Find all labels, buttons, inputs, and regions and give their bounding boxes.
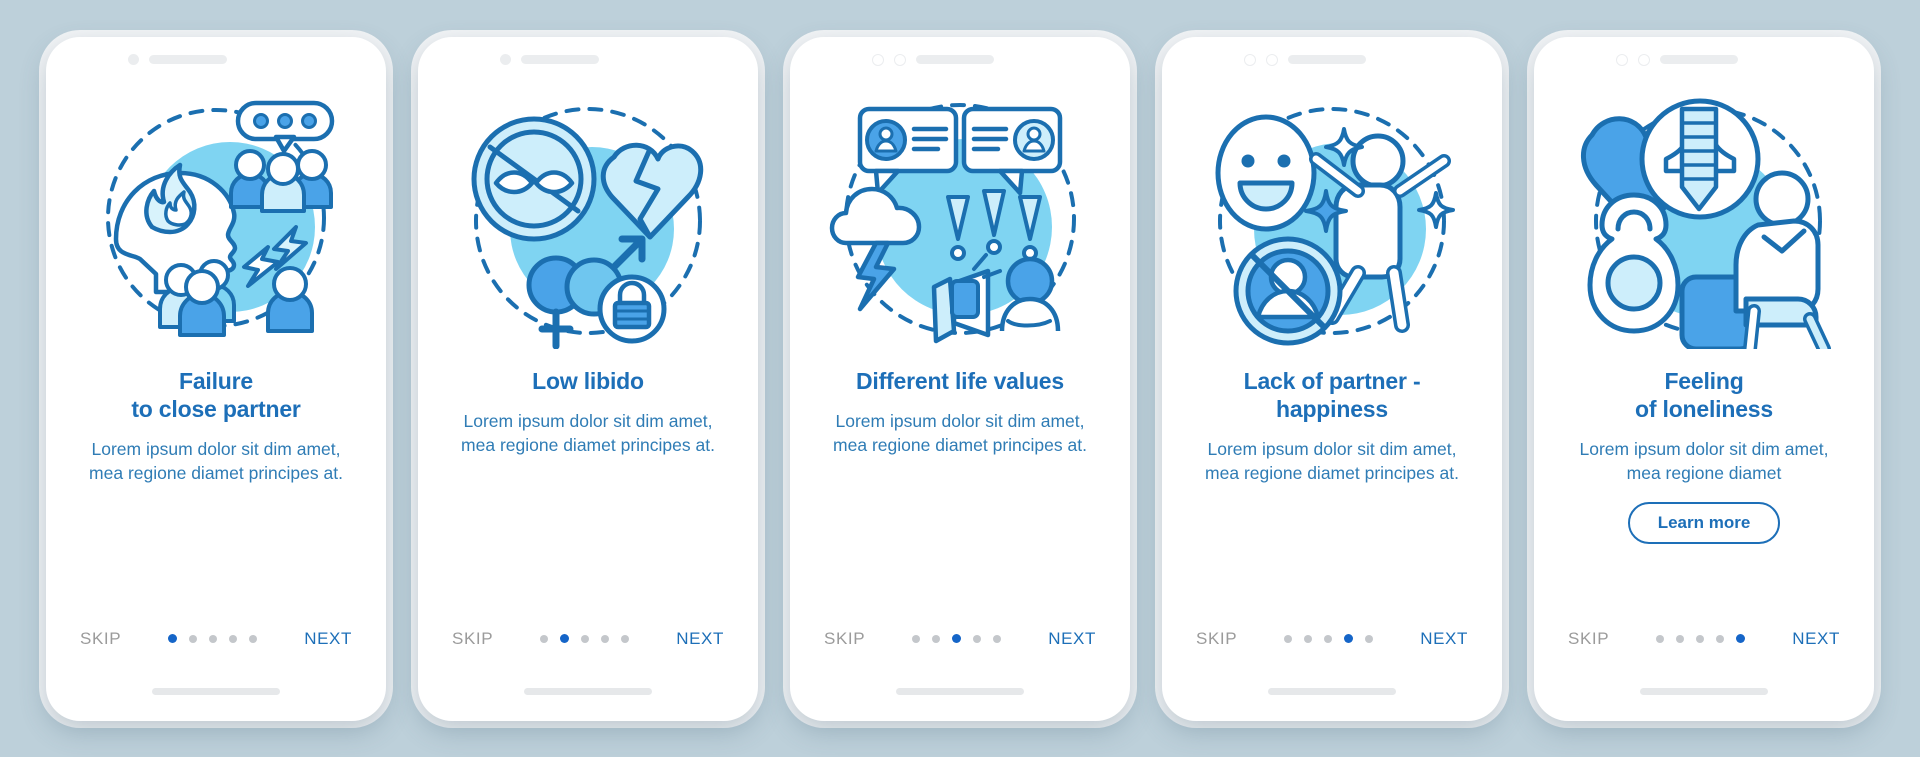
pagination-dot-3[interactable] — [209, 634, 218, 643]
pagination-dot-3[interactable] — [952, 634, 962, 643]
pagination-dot-2[interactable] — [1676, 634, 1685, 643]
pagination-dot-5[interactable] — [1736, 634, 1746, 643]
pagination-dot-1[interactable] — [540, 634, 549, 643]
onboarding-screen-lack-of-partner-happiness: Lack of partner - happiness Lorem ipsum d… — [1162, 36, 1502, 721]
angry-head-flame-crowd-illustration — [80, 87, 352, 349]
page-title: Low libido — [532, 367, 644, 394]
home-indicator — [1268, 687, 1396, 695]
skip-button[interactable]: SKIP — [80, 629, 121, 649]
next-button[interactable]: NEXT — [304, 629, 352, 649]
next-button[interactable]: NEXT — [1420, 629, 1468, 649]
speaker-bar-icon — [1288, 55, 1366, 64]
phone-notch — [418, 37, 758, 83]
pagination-dot-5[interactable] — [249, 634, 258, 643]
pagination-dot-1[interactable] — [1284, 634, 1293, 643]
page-description: Lorem ipsum dolor sit dim amet, mea regi… — [461, 410, 715, 456]
skip-button[interactable]: SKIP — [1568, 629, 1609, 649]
pagination-dot-4[interactable] — [1344, 634, 1354, 643]
heart-screw-kettlebell-sad-person-illustration — [1568, 87, 1840, 349]
phone-notch — [1162, 37, 1502, 83]
sensor-ring-icon — [894, 53, 906, 66]
pagination-dot-1[interactable] — [1656, 634, 1665, 643]
learn-more-button[interactable]: Learn more — [1627, 502, 1781, 545]
pagination-dot-4[interactable] — [601, 634, 610, 643]
speaker-bar-icon — [1660, 55, 1738, 64]
home-indicator — [152, 687, 280, 695]
pagination-dot-3[interactable] — [581, 634, 590, 643]
camera-ring-icon — [872, 53, 884, 66]
pagination-dot-4[interactable] — [229, 634, 238, 643]
onboarding-screen-failure-to-close-partner: Failure to close partner Lorem ipsum dolo… — [46, 36, 386, 721]
pagination-dot-1[interactable] — [912, 634, 921, 643]
phone-notch — [1534, 37, 1874, 83]
page-title: Lack of partner - happiness — [1243, 367, 1421, 422]
page-description: Lorem ipsum dolor sit dim amet, mea regi… — [1205, 438, 1459, 484]
page-title: Feeling of loneliness — [1635, 367, 1773, 422]
page-description: Lorem ipsum dolor sit dim amet, mea regi… — [833, 410, 1087, 456]
page-description: Lorem ipsum dolor sit dim amet, mea regi… — [89, 438, 343, 484]
home-indicator — [1640, 687, 1768, 695]
pagination-dot-5[interactable] — [993, 634, 1002, 643]
onboarding-nav: SKIP NEXT — [790, 629, 1130, 649]
onboarding-screen-different-life-values: Different life values Lorem ipsum dolor … — [790, 36, 1130, 721]
home-indicator — [524, 687, 652, 695]
onboarding-nav: SKIP NEXT — [418, 629, 758, 649]
pagination-dots — [912, 634, 1002, 643]
pagination-dots — [168, 634, 258, 643]
onboarding-nav: SKIP NEXT — [1162, 629, 1502, 649]
pagination-dot-2[interactable] — [189, 634, 198, 643]
pagination-dot-2[interactable] — [932, 634, 941, 643]
skip-button[interactable]: SKIP — [1196, 629, 1237, 649]
pagination-dots — [1656, 634, 1746, 643]
pagination-dot-3[interactable] — [1324, 634, 1333, 643]
next-button[interactable]: NEXT — [1792, 629, 1840, 649]
camera-dot-icon — [128, 54, 139, 65]
pagination-dot-5[interactable] — [621, 634, 630, 643]
speaker-bar-icon — [149, 55, 227, 64]
onboarding-nav: SKIP NEXT — [46, 629, 386, 649]
page-description: Lorem ipsum dolor sit dim amet, mea regi… — [1579, 438, 1829, 484]
phone-notch — [46, 37, 386, 83]
skip-button[interactable]: SKIP — [824, 629, 865, 649]
pagination-dots — [540, 634, 630, 643]
pagination-dot-4[interactable] — [1716, 634, 1725, 643]
smiley-jumping-person-no-partner-illustration — [1196, 87, 1468, 349]
argument-speech-bubbles-storm-megaphone-illustration — [824, 87, 1096, 349]
pagination-dot-2[interactable] — [560, 634, 570, 643]
pagination-dot-4[interactable] — [973, 634, 982, 643]
next-button[interactable]: NEXT — [676, 629, 724, 649]
page-title: Different life values — [856, 367, 1064, 394]
pagination-dot-2[interactable] — [1304, 634, 1313, 643]
speaker-bar-icon — [521, 55, 599, 64]
speaker-bar-icon — [916, 55, 994, 64]
camera-ring-icon — [1244, 53, 1256, 66]
pagination-dot-1[interactable] — [168, 634, 178, 643]
sensor-ring-icon — [1266, 53, 1278, 66]
page-title: Failure to close partner — [131, 367, 301, 422]
no-intimacy-broken-heart-gender-lock-illustration — [452, 87, 724, 349]
onboarding-screen-low-libido: Low libido Lorem ipsum dolor sit dim ame… — [418, 36, 758, 721]
next-button[interactable]: NEXT — [1048, 629, 1096, 649]
pagination-dot-5[interactable] — [1365, 634, 1374, 643]
onboarding-nav: SKIP NEXT — [1534, 629, 1874, 649]
pagination-dots — [1284, 634, 1374, 643]
pagination-dot-3[interactable] — [1696, 634, 1705, 643]
phone-notch — [790, 37, 1130, 83]
skip-button[interactable]: SKIP — [452, 629, 493, 649]
camera-ring-icon — [1616, 53, 1628, 66]
home-indicator — [896, 687, 1024, 695]
camera-dot-icon — [500, 54, 511, 65]
onboarding-screen-feeling-of-loneliness: Feeling of loneliness Lorem ipsum dolor s… — [1534, 36, 1874, 721]
sensor-ring-icon — [1638, 53, 1650, 66]
